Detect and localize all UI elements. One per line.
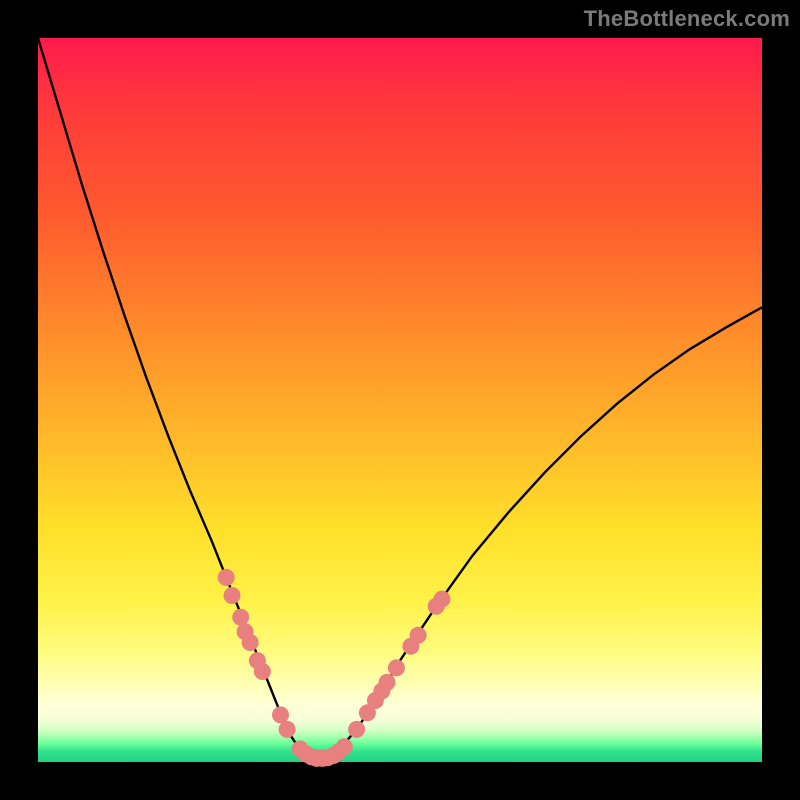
marker-dots [218, 569, 451, 767]
marker-dot [242, 634, 259, 651]
marker-dot [218, 569, 235, 586]
marker-dot [388, 659, 405, 676]
marker-dot [336, 738, 353, 755]
marker-dot [224, 587, 241, 604]
marker-dot [254, 663, 271, 680]
marker-dot [232, 609, 249, 626]
marker-dot [272, 706, 289, 723]
bottleneck-curve [38, 38, 762, 758]
marker-dot [434, 591, 451, 608]
marker-dot [379, 674, 396, 691]
watermark-text: TheBottleneck.com [584, 6, 790, 32]
marker-dot [410, 627, 427, 644]
marker-dot [279, 721, 296, 738]
plot-area [38, 38, 762, 762]
chart-frame: TheBottleneck.com [0, 0, 800, 800]
curve-layer [38, 38, 762, 762]
marker-dot [348, 721, 365, 738]
